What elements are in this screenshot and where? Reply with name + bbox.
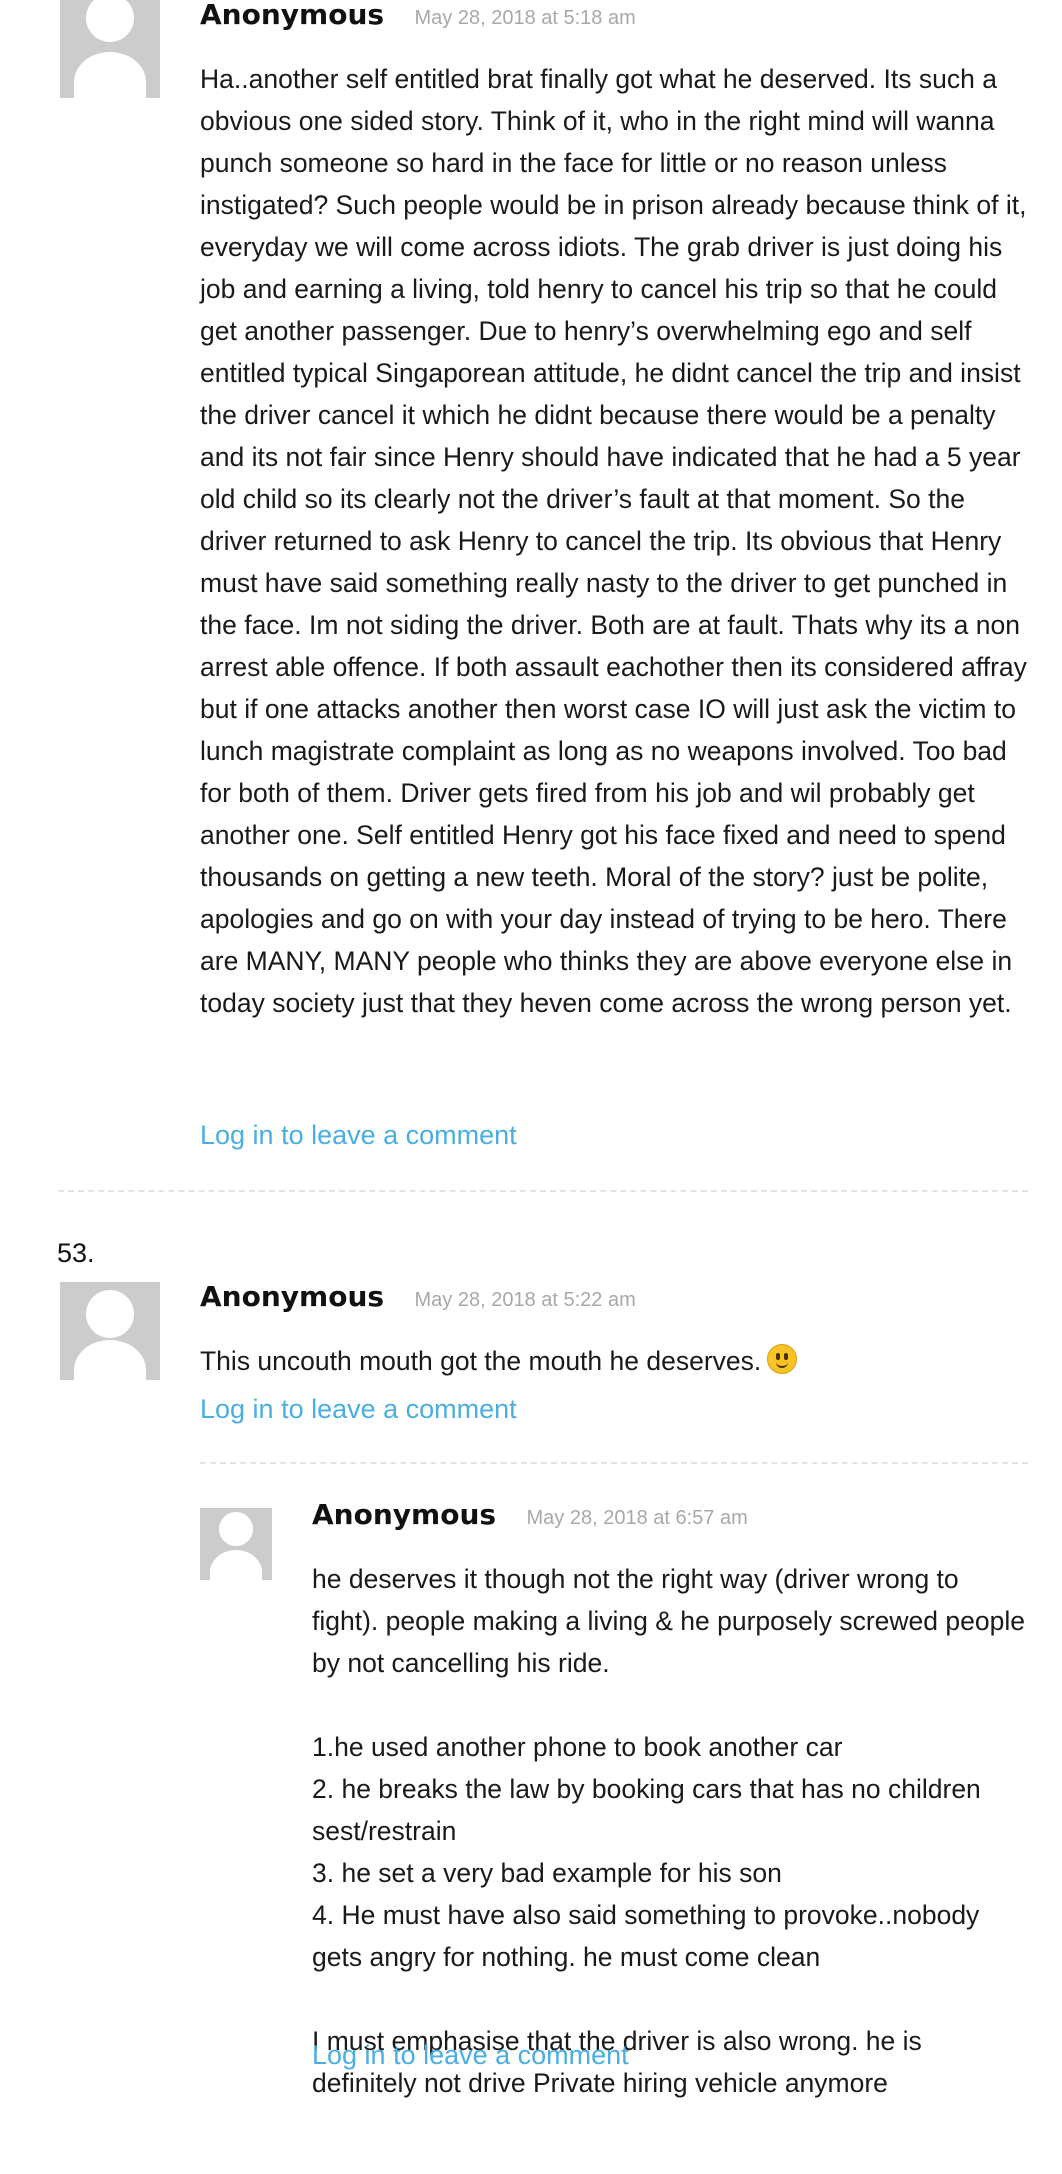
comment-paragraph: This uncouth mouth got the mouth he dese… [200, 1346, 762, 1376]
login-to-comment-link[interactable]: Log in to leave a comment [312, 2040, 629, 2071]
slightly-smiling-face-icon [767, 1344, 798, 1374]
avatar [200, 1508, 272, 1580]
comment-paragraph: he deserves it though not the right way … [312, 1564, 1025, 1678]
comment-body: he deserves it though not the right way … [312, 1558, 1032, 2104]
login-to-comment-link[interactable]: Log in to leave a comment [200, 1120, 517, 1151]
comment-date[interactable]: May 28, 2018 at 5:22 am [415, 1289, 636, 1312]
comment: Anonymous May 28, 2018 at 5:22 am This u… [0, 1280, 1062, 1462]
comment-number: 53. [57, 1238, 95, 1268]
comment: Anonymous May 28, 2018 at 5:18 am Ha..an… [0, 0, 1062, 1190]
avatar [60, 1282, 160, 1380]
comment-paragraph: Ha..another self entitled brat finally g… [200, 64, 1027, 1018]
comment-divider [200, 1462, 1028, 1464]
comment-date[interactable]: May 28, 2018 at 5:18 am [415, 7, 636, 30]
comment-paragraph: 1.he used another phone to book another … [312, 1732, 981, 1972]
comment-body: This uncouth mouth got the mouth he dese… [200, 1340, 1035, 1382]
comment-divider [58, 1190, 1028, 1192]
avatar [60, 0, 160, 98]
comment-author: Anonymous [312, 1498, 497, 1531]
comment-author: Anonymous [200, 0, 385, 31]
login-to-comment-link[interactable]: Log in to leave a comment [200, 1394, 517, 1425]
comment-body: Ha..another self entitled brat finally g… [200, 58, 1035, 1024]
comment-date[interactable]: May 28, 2018 at 6:57 am [527, 1507, 748, 1530]
comment-reply: Anonymous May 28, 2018 at 6:57 am he des… [0, 1498, 1062, 2174]
comment-author: Anonymous [200, 1280, 385, 1313]
